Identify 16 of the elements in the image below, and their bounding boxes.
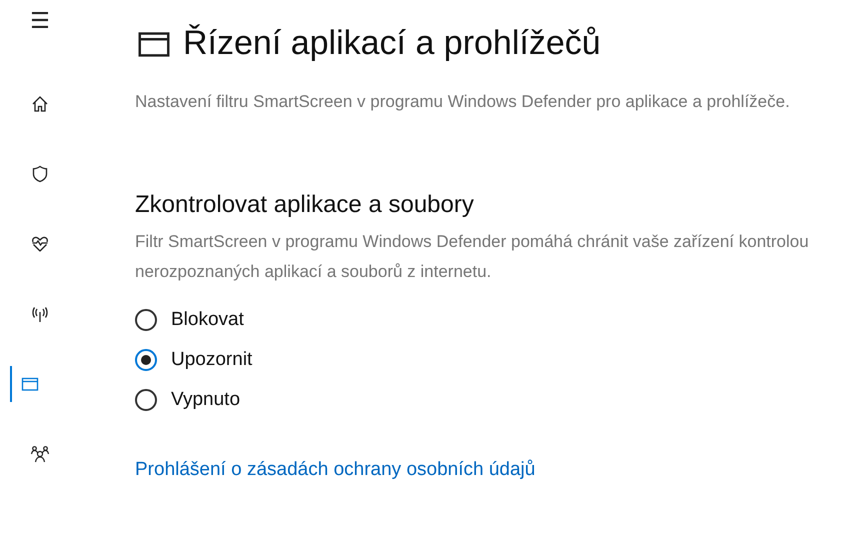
shield-icon — [30, 164, 50, 184]
page-title: Řízení aplikací a prohlížečů — [183, 24, 601, 63]
home-icon — [30, 94, 50, 114]
menu-button[interactable]: ☰ — [24, 4, 56, 40]
radio-button[interactable] — [135, 349, 157, 371]
heart-icon — [30, 234, 50, 254]
section-description: Filtr SmartScreen v programu Windows Defender pomáhá chránit vaše zařízení kontrolou nerozpoznaných aplikací a souborů z internetu. — [135, 231, 810, 283]
radio-label[interactable]: Blokovat — [171, 309, 244, 331]
section-heading: Zkontrolovat aplikace a soubory — [135, 191, 475, 219]
radio-label[interactable]: Vypnuto — [171, 389, 240, 411]
privacy-link[interactable]: Prohlášení o zásadách ochrany osobních údajů — [135, 459, 536, 481]
radio-button[interactable] — [135, 389, 157, 411]
page-description: Nastavení filtru SmartScreen v programu Windows Defender pro aplikace a prohlížeče. — [135, 91, 791, 113]
radio-label[interactable]: Upozornit — [171, 349, 252, 371]
people-icon — [30, 444, 50, 464]
radio-button[interactable] — [135, 309, 157, 331]
